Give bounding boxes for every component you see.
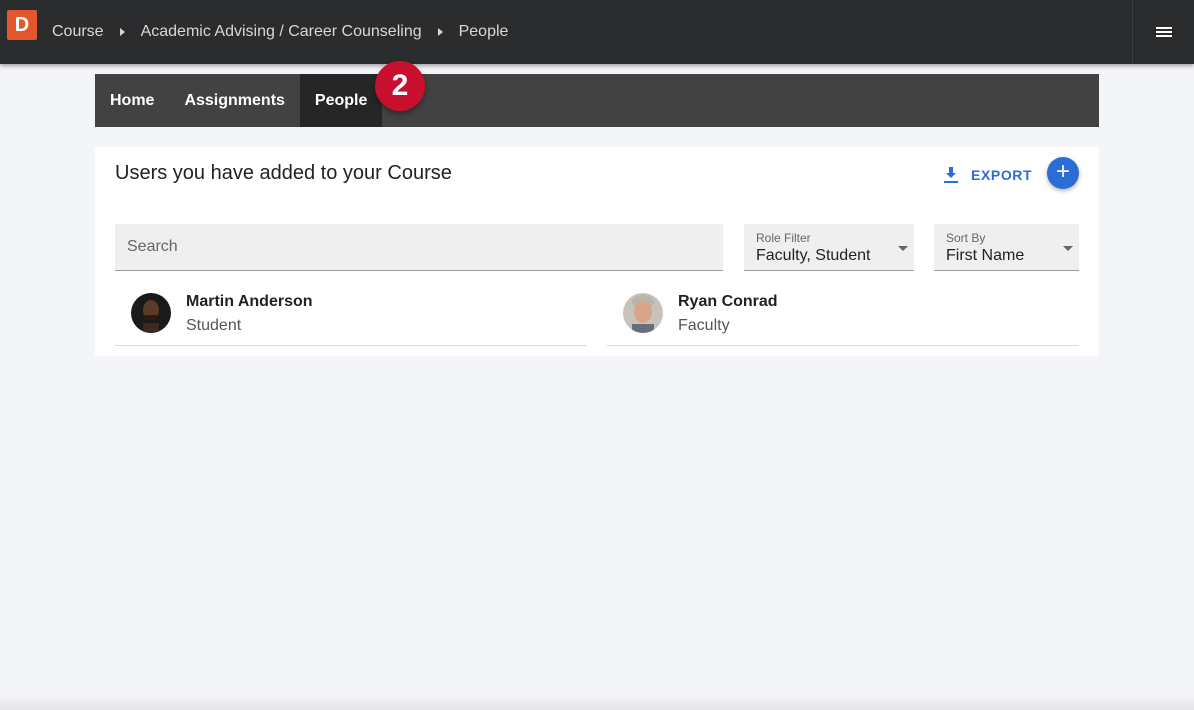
search-input[interactable] bbox=[115, 224, 723, 271]
top-bar: D Course Academic Advising / Career Coun… bbox=[0, 0, 1194, 64]
breadcrumb-current-page: People bbox=[458, 23, 509, 40]
list-item[interactable]: Ryan Conrad Faculty bbox=[607, 289, 1079, 346]
sort-by-value: First Name bbox=[946, 247, 1025, 264]
role-filter-value: Faculty, Student bbox=[756, 247, 871, 264]
person-name: Martin Anderson bbox=[186, 293, 313, 310]
breadcrumb-course-name[interactable]: Academic Advising / Career Counseling bbox=[141, 23, 422, 41]
dropdown-arrow-icon bbox=[898, 246, 908, 251]
app-logo[interactable]: D bbox=[7, 10, 37, 40]
menu-button[interactable] bbox=[1132, 0, 1194, 64]
role-filter-select[interactable]: Role Filter Faculty, Student bbox=[744, 224, 914, 271]
tab-home[interactable]: Home bbox=[95, 74, 169, 127]
hamburger-menu-icon bbox=[1155, 26, 1172, 38]
avatar bbox=[623, 293, 663, 333]
add-user-button[interactable]: + bbox=[1047, 157, 1079, 189]
breadcrumb-course[interactable]: Course bbox=[52, 23, 104, 41]
breadcrumb-separator-icon bbox=[119, 28, 125, 36]
export-label: EXPORT bbox=[971, 167, 1033, 183]
avatar bbox=[131, 293, 171, 333]
breadcrumb-separator-icon bbox=[437, 28, 443, 36]
person-role: Student bbox=[186, 317, 242, 334]
tab-assignments[interactable]: Assignments bbox=[169, 74, 299, 127]
bottom-shadow bbox=[0, 694, 1194, 710]
dropdown-arrow-icon bbox=[1063, 246, 1073, 251]
export-button[interactable]: EXPORT bbox=[943, 163, 1032, 187]
course-tab-bar: Home Assignments People bbox=[95, 74, 1099, 127]
sort-by-label: Sort By bbox=[946, 231, 986, 245]
list-item[interactable]: Martin Anderson Student bbox=[115, 289, 587, 346]
step-number-badge: 2 bbox=[375, 61, 425, 111]
person-role: Faculty bbox=[678, 317, 730, 334]
sort-by-select[interactable]: Sort By First Name bbox=[934, 224, 1079, 271]
tab-people[interactable]: People bbox=[299, 74, 383, 127]
download-icon bbox=[944, 167, 958, 183]
card-title: Users you have added to your Course bbox=[115, 162, 452, 184]
role-filter-label: Role Filter bbox=[756, 231, 811, 245]
users-card: Users you have added to your Course EXPO… bbox=[95, 147, 1099, 356]
person-name: Ryan Conrad bbox=[678, 293, 778, 310]
breadcrumb: Course Academic Advising / Career Counse… bbox=[52, 0, 508, 64]
